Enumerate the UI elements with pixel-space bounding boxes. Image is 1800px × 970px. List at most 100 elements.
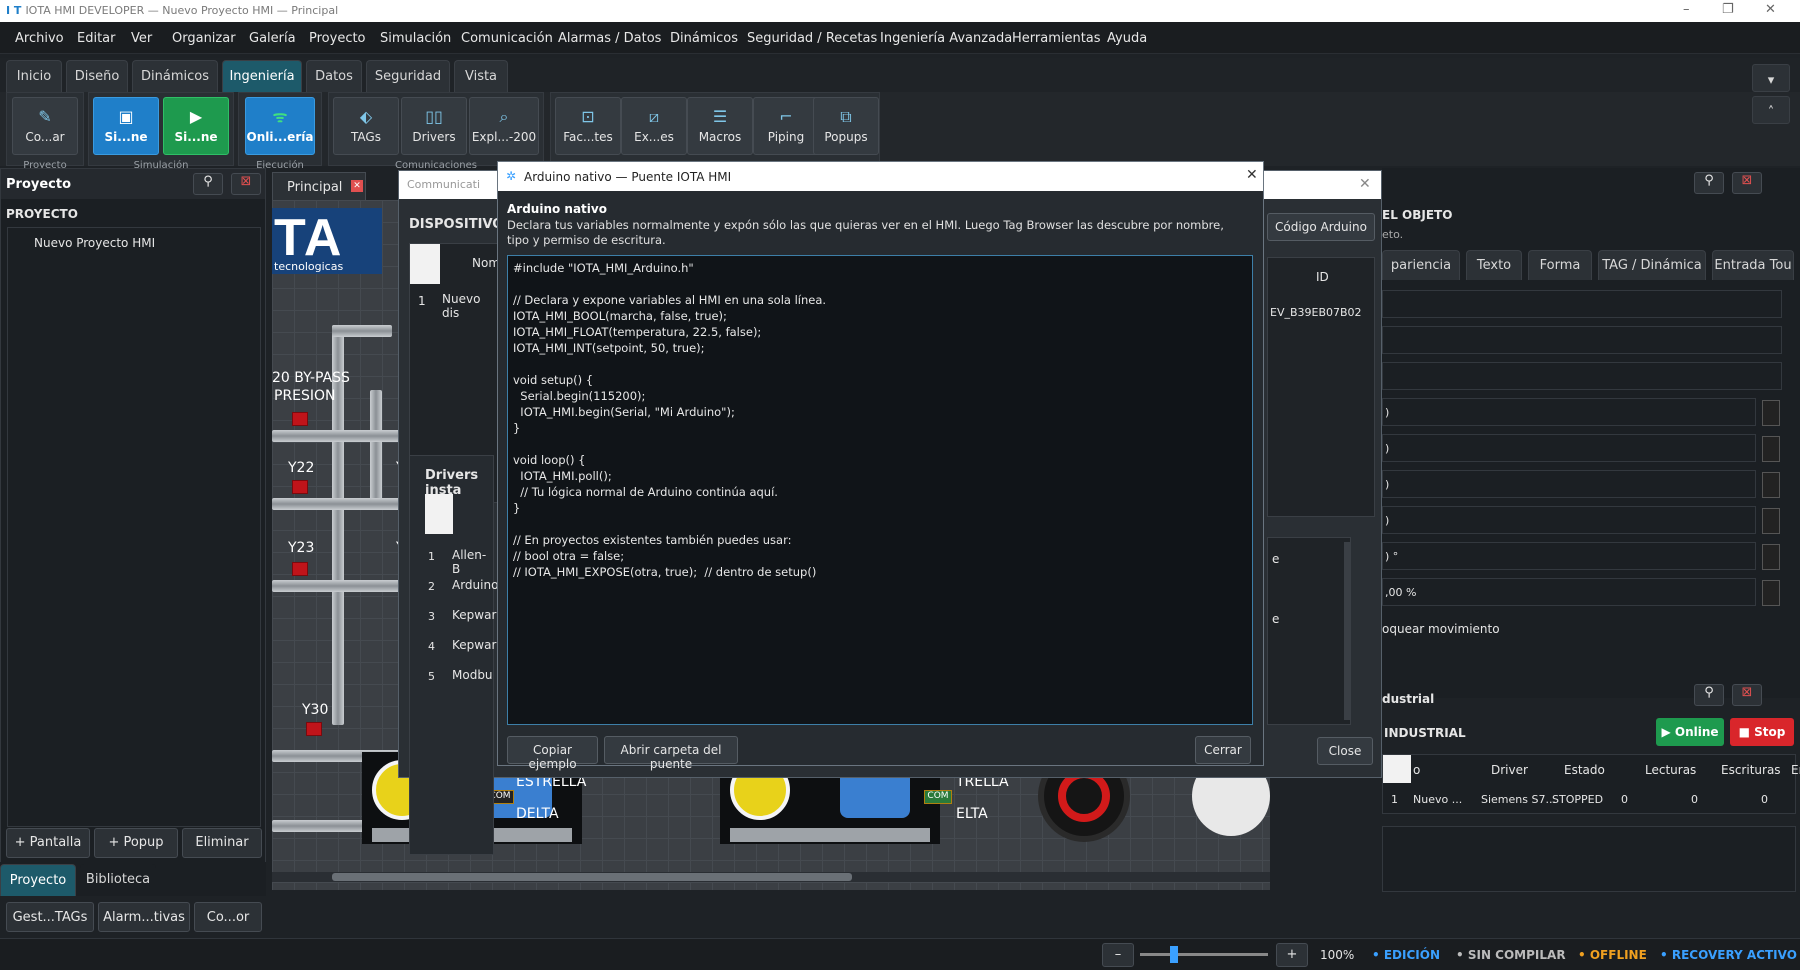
angle-field[interactable]: ) ° (1382, 542, 1756, 570)
tab-datos[interactable]: Datos (306, 60, 362, 92)
arduino-code-button[interactable]: Código Arduino (1267, 213, 1375, 241)
menu-simulacion[interactable]: Simulación (380, 31, 451, 46)
delete-button[interactable]: Eliminar (182, 828, 262, 858)
tree-item-project[interactable]: Nuevo Proyecto HMI (34, 236, 155, 250)
numeric-field[interactable]: ) (1382, 398, 1756, 426)
menu-galeria[interactable]: Galería (249, 31, 296, 46)
menu-comunicacion[interactable]: Comunicación (461, 31, 553, 46)
ribbon-compilar-button[interactable]: ✎ Co...ar (12, 97, 78, 155)
ribbon-popups-button[interactable]: ⧉ Popups (813, 97, 879, 155)
property-field[interactable] (1382, 362, 1782, 390)
ribbon-explorer-button[interactable]: ⌕ Expl...-200 (469, 97, 539, 155)
spinbox-arrows-icon[interactable] (1762, 544, 1780, 570)
close-tab-icon[interactable]: ✕ (351, 180, 363, 192)
device-name[interactable]: Nuevo dis (442, 292, 498, 320)
copy-example-button[interactable]: Copiar ejemplo (507, 736, 598, 771)
driver-name[interactable]: Arduino (452, 578, 498, 592)
online-button[interactable]: ▶ Online (1656, 718, 1724, 746)
opacity-field[interactable]: ,00 % (1382, 578, 1756, 606)
tab-proyecto[interactable]: Proyecto (0, 864, 76, 896)
tab-biblioteca[interactable]: Biblioteca (80, 864, 156, 896)
scroll-thumb[interactable] (332, 873, 852, 881)
driver-name[interactable]: Modbu (452, 668, 493, 682)
close-panel-icon[interactable]: ⊠ (1732, 684, 1762, 706)
tab-dinamicos[interactable]: Dinámicos (132, 60, 218, 92)
ribbon-simular-pantalla-button[interactable]: ▣ Si...ne (93, 97, 159, 155)
driver-name[interactable]: Kepwar (452, 638, 496, 652)
menu-editar[interactable]: Editar (77, 31, 116, 46)
menu-archivo[interactable]: Archivo (15, 31, 64, 46)
pin-icon[interactable]: ⚲ (193, 173, 223, 195)
ribbon-piping-button[interactable]: ⌐ Piping (753, 97, 819, 155)
pin-icon[interactable]: ⚲ (1694, 684, 1724, 706)
pin-icon[interactable]: ⚲ (1694, 172, 1724, 194)
valve-icon[interactable] (292, 412, 308, 426)
numeric-field[interactable]: ) (1382, 470, 1756, 498)
manage-tags-button[interactable]: Gest...TAGs (6, 902, 94, 932)
maximize-button[interactable]: ❐ (1722, 2, 1734, 17)
tab-ingenieria[interactable]: Ingeniería (222, 60, 302, 92)
tab-seguridad[interactable]: Seguridad (366, 60, 450, 92)
valve-icon[interactable] (306, 722, 322, 736)
driver-name[interactable]: Kepwar (452, 608, 496, 622)
code-editor[interactable]: #include "IOTA_HMI_Arduino.h" // Declara… (507, 255, 1253, 725)
stop-button[interactable]: ■ Stop (1730, 718, 1794, 746)
minimize-button[interactable]: – (1683, 2, 1690, 17)
property-field[interactable] (1382, 290, 1782, 318)
menu-organizar[interactable]: Organizar (172, 31, 236, 46)
tab-vista[interactable]: Vista (454, 60, 508, 92)
tab-entrada-touch[interactable]: Entrada Tou (1712, 250, 1794, 280)
menu-ver[interactable]: Ver (131, 31, 152, 46)
driver-name[interactable]: Allen-B (452, 548, 493, 576)
add-screen-button[interactable]: + Pantalla (6, 828, 90, 858)
spinbox-arrows-icon[interactable] (1762, 508, 1780, 534)
canvas-hscrollbar[interactable] (272, 872, 1270, 882)
menu-proyecto[interactable]: Proyecto (309, 31, 366, 46)
comm-close-button[interactable]: Close (1317, 737, 1373, 765)
tab-diseno[interactable]: Diseño (66, 60, 128, 92)
ribbon-online-button[interactable]: ᯤ Onli...ería (245, 97, 315, 155)
zoom-slider[interactable] (1140, 946, 1268, 963)
valve-icon[interactable] (292, 562, 308, 576)
numeric-field[interactable]: ) (1382, 506, 1756, 534)
tab-inicio[interactable]: Inicio (6, 60, 62, 92)
close-panel-icon[interactable]: ⊠ (1732, 172, 1762, 194)
tab-forma[interactable]: Forma (1528, 250, 1592, 280)
close-button[interactable]: Cerrar (1195, 736, 1251, 764)
ribbon-tags-button[interactable]: ⬖ TAGs (333, 97, 399, 155)
tab-apariencia[interactable]: pariencia (1382, 250, 1460, 280)
menu-alarmas[interactable]: Alarmas / Datos (558, 31, 661, 46)
property-field[interactable] (1382, 326, 1782, 354)
open-bridge-folder-button[interactable]: Abrir carpeta del puente (604, 736, 738, 771)
valve-icon[interactable] (292, 480, 308, 494)
ribbon-trends-button[interactable]: ⧄ Ex...es (621, 97, 687, 155)
zoom-in-button[interactable]: + (1276, 943, 1308, 967)
spinbox-arrows-icon[interactable] (1762, 580, 1780, 606)
lock-movement-checkbox[interactable]: oquear movimiento (1382, 622, 1500, 636)
zoom-out-button[interactable]: – (1102, 943, 1134, 967)
close-panel-icon[interactable]: ⊠ (231, 173, 261, 195)
spinbox-arrows-icon[interactable] (1762, 436, 1780, 462)
window-close-button[interactable]: ✕ (1765, 2, 1776, 17)
menu-herramientas[interactable]: Herramientas (1012, 31, 1101, 46)
numeric-field[interactable]: ) (1382, 434, 1756, 462)
zoom-slider-thumb[interactable] (1170, 946, 1178, 963)
tab-tag-dinamica[interactable]: TAG / Dinámica (1598, 250, 1706, 280)
ribbon-faceplates-button[interactable]: ⊡ Fac...tes (555, 97, 621, 155)
ribbon-simular-online-button[interactable]: ▶ Si...ne (163, 97, 229, 155)
menu-ayuda[interactable]: Ayuda (1107, 31, 1147, 46)
drivers-scrollbar[interactable] (1344, 542, 1350, 720)
close-icon[interactable]: ✕ (1246, 167, 1258, 183)
ribbon-collapse-button[interactable]: ˄ (1752, 96, 1790, 124)
tab-texto[interactable]: Texto (1466, 250, 1522, 280)
menu-seguridad[interactable]: Seguridad / Recetas (747, 31, 877, 46)
add-popup-button[interactable]: + Popup (94, 828, 178, 858)
spinbox-arrows-icon[interactable] (1762, 400, 1780, 426)
ribbon-drivers-button[interactable]: ▯▯ Drivers (401, 97, 467, 155)
menu-ingenieria-avanzada[interactable]: Ingeniería Avanzada (880, 31, 1012, 46)
color-button[interactable]: Co...or (194, 902, 262, 932)
doc-tab-principal[interactable]: Principal ✕ (272, 172, 366, 200)
spinbox-arrows-icon[interactable] (1762, 472, 1780, 498)
alarms-button[interactable]: Alarm...tivas (98, 902, 190, 932)
ribbon-dropdown-button[interactable]: ▾ (1752, 64, 1790, 92)
